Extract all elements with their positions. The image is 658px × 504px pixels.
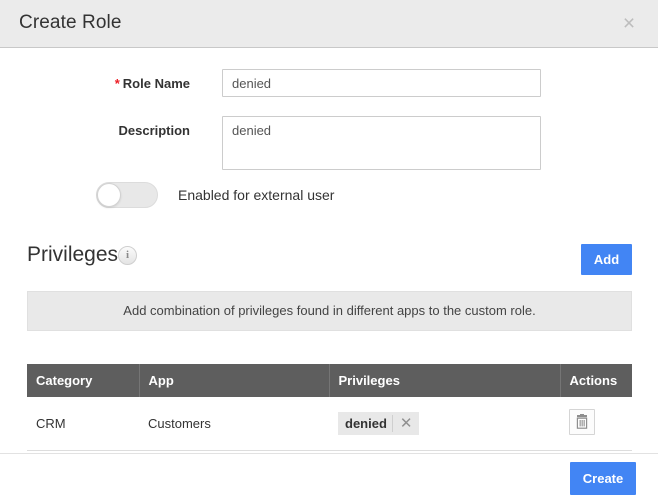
role-name-input[interactable] (222, 69, 541, 97)
privilege-tag: denied ✕ (338, 412, 420, 435)
toggle-knob (97, 183, 121, 207)
description-input[interactable] (222, 116, 541, 170)
close-icon[interactable]: × (614, 9, 644, 39)
cell-privileges: denied ✕ (329, 397, 560, 451)
page-title: Create Role (19, 12, 122, 33)
external-user-toggle-label: Enabled for external user (178, 187, 335, 203)
column-header-category: Category (27, 364, 140, 397)
privilege-tag-label: denied (345, 416, 387, 431)
privileges-hint-banner: Add combination of privileges found in d… (27, 291, 632, 331)
add-privilege-button[interactable]: Add (581, 244, 632, 275)
external-user-toggle[interactable] (96, 182, 158, 208)
cell-actions (560, 397, 632, 451)
trash-icon[interactable] (569, 409, 595, 435)
role-name-label: * Role Name (0, 76, 190, 91)
required-asterisk: * (114, 76, 120, 91)
privileges-table: Category App Privileges Actions CRM Cust… (27, 364, 632, 451)
dialog-footer: Create (0, 453, 658, 504)
privileges-heading: Privileges (27, 243, 119, 266)
info-icon[interactable]: i (118, 246, 137, 265)
description-label: Description (118, 123, 190, 138)
column-header-actions: Actions (560, 364, 632, 397)
create-button[interactable]: Create (570, 462, 636, 495)
column-header-privileges: Privileges (329, 364, 561, 397)
cell-category: CRM (27, 397, 139, 451)
dialog-body: *Role Name Description Enabled for exter… (0, 49, 658, 453)
table-row: CRM Customers denied ✕ (27, 397, 632, 451)
column-header-app: App (139, 364, 330, 397)
cell-app: Customers (139, 397, 329, 451)
dialog-header: Create Role × (0, 0, 658, 48)
privilege-tag-remove-icon[interactable]: ✕ (391, 415, 420, 432)
trash-icon-glyph (576, 414, 588, 429)
table-header-row: Category App Privileges Actions (27, 364, 632, 397)
role-name-label-text: Role Name (122, 76, 190, 91)
